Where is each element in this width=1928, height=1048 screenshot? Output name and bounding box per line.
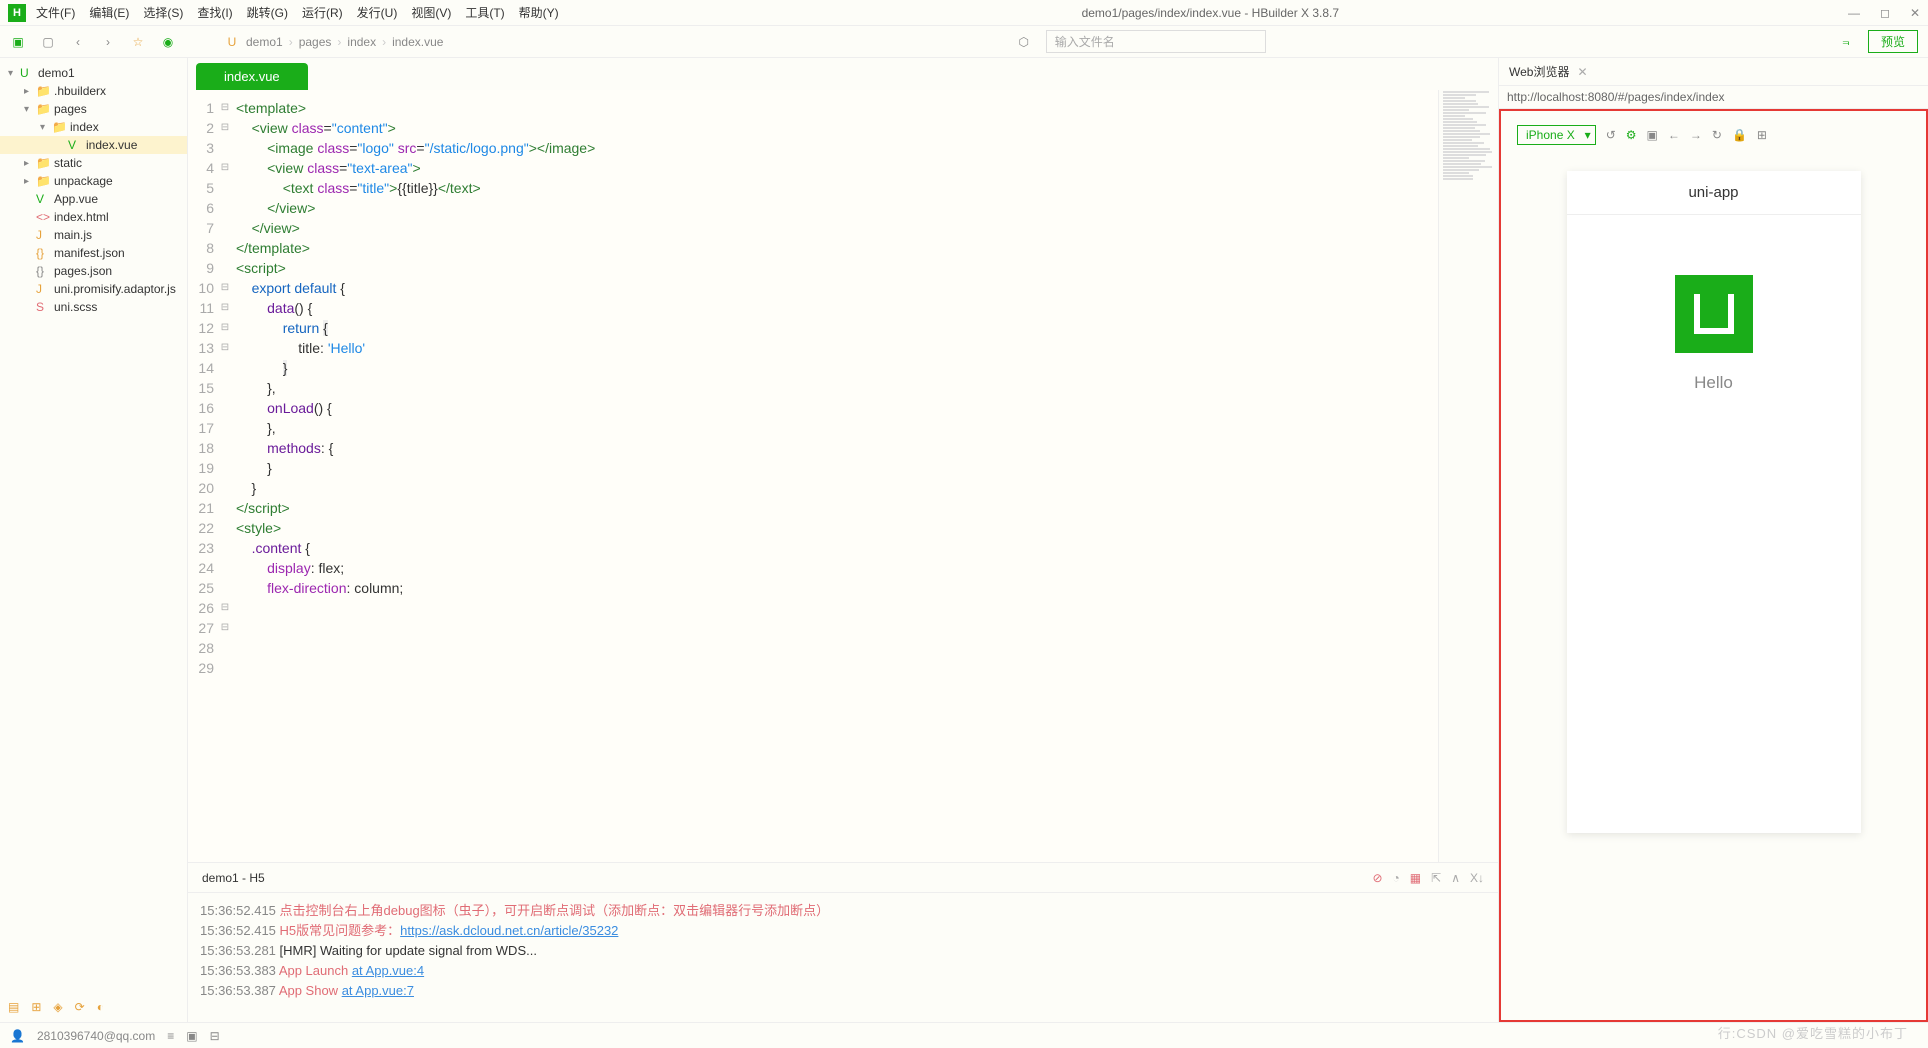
screenshot-icon[interactable]: ▣ [1647,128,1658,142]
filter-icon[interactable]: ⫬ [1838,34,1854,49]
breadcrumb: U demo1› pages› index› index.vue [224,35,443,49]
editor-tab[interactable]: index.vue [196,63,308,90]
console-up-icon[interactable]: ∧ [1451,871,1460,885]
account-label[interactable]: 2810396740@qq.com [37,1029,155,1043]
window-title: demo1/pages/index/index.vue - HBuilder X… [573,6,1848,20]
menu-item[interactable]: 视图(V) [411,6,451,20]
console-panel: demo1 - H5 ⊘ ◔ ▦ ⇱ ∧ X↓ 15:36:52.415 点击控… [188,862,1498,1022]
sidebar-bottom-icon[interactable]: ▤ [8,1000,19,1014]
statusbar: 👤 2810396740@qq.com ≡ ▣ ⊟ 行:CSDN @爱吃雪糕的小… [0,1022,1928,1048]
minimap[interactable] [1438,90,1498,862]
preview-button[interactable]: 预览 [1868,30,1918,53]
phone-title: uni-app [1567,171,1861,215]
nav-forward-icon[interactable]: › [100,35,116,49]
lock-icon[interactable]: 🔒 [1732,128,1747,142]
breadcrumb-item[interactable]: demo1 [246,35,283,49]
breadcrumb-item[interactable]: index [347,35,376,49]
reload-icon[interactable]: ↺ [1606,128,1616,142]
code-editor[interactable]: <template> <view class="content"> <image… [232,90,1438,862]
tree-item[interactable]: Juni.promisify.adaptor.js [0,280,187,298]
debug-icon[interactable]: ⬡ [1016,35,1032,49]
search-file-input[interactable]: 输入文件名 [1046,30,1266,53]
console-stop-icon[interactable]: ⊘ [1372,871,1382,885]
sidebar-bottom-icon[interactable]: ◐ [97,1000,104,1014]
project-icon: U [224,35,240,49]
menu-item[interactable]: 文件(F) [36,6,75,20]
webview-tab-label[interactable]: Web浏览器 [1509,63,1569,80]
line-gutter[interactable]: 1234567891011121314151617181920212223242… [188,90,218,862]
wv-refresh-icon[interactable]: ↻ [1712,128,1722,142]
menu-item[interactable]: 选择(S) [143,6,183,20]
tree-item[interactable]: Vindex.vue [0,136,187,154]
tree-item[interactable]: ▸📁static [0,154,187,172]
breadcrumb-item[interactable]: index.vue [392,35,443,49]
tree-item[interactable]: ▾📁index [0,118,187,136]
gear-icon[interactable]: ⚙ [1626,128,1637,142]
console-tab[interactable]: demo1 - H5 [202,871,265,885]
menu-item[interactable]: 跳转(G) [247,6,288,20]
tree-item[interactable]: Suni.scss [0,298,187,316]
console-export-icon[interactable]: ⇱ [1431,871,1441,885]
close-icon[interactable]: ✕ [1910,6,1920,20]
file-explorer: ▾Udemo1▸📁.hbuilderx▾📁pages▾📁indexVindex.… [0,58,188,1022]
web-preview-panel: Web浏览器 ✕ http://localhost:8080/#/pages/i… [1498,58,1928,1022]
menu-item[interactable]: 帮助(Y) [519,6,559,20]
tree-item[interactable]: ▸📁.hbuilderx [0,82,187,100]
tree-item[interactable]: {}manifest.json [0,244,187,262]
hello-text: Hello [1567,373,1861,393]
status-icon[interactable]: ▣ [186,1029,197,1043]
menu-item[interactable]: 查找(I) [197,6,232,20]
tree-item[interactable]: VApp.vue [0,190,187,208]
tree-item[interactable]: ▸📁unpackage [0,172,187,190]
toolbar: ▣ ▢ ‹ › ☆ ◉ U demo1› pages› index› index… [0,26,1928,58]
run-icon[interactable]: ◉ [160,35,176,49]
menubar: H 文件(F) 编辑(E) 选择(S) 查找(I) 跳转(G) 运行(R) 发行(U) 视图(… [0,0,1928,26]
nav-back-icon[interactable]: ‹ [70,35,86,49]
breadcrumb-item[interactable]: pages [299,35,332,49]
menu-item[interactable]: 编辑(E) [89,6,129,20]
tree-item[interactable]: ▾Udemo1 [0,64,187,82]
fold-column[interactable]: ⊟⊟⊟⊟⊟⊟⊟⊟⊟ [218,90,232,862]
save-icon[interactable]: ▢ [40,35,56,49]
sidebar-bottom-icon[interactable]: ⟳ [75,1000,85,1014]
menu-item[interactable]: 工具(T) [465,6,504,20]
console-output[interactable]: 15:36:52.415 点击控制台右上角debug图标（虫子），可开启断点调试… [188,893,1498,1022]
uniapp-logo-icon [1675,275,1753,353]
new-file-icon[interactable]: ▣ [10,35,26,49]
qr-icon[interactable]: ⊞ [1757,128,1767,142]
wv-forward-icon[interactable]: → [1690,128,1702,142]
console-close-icon[interactable]: X↓ [1470,871,1484,885]
account-icon[interactable]: 👤 [10,1029,25,1043]
editor-area: index.vue 123456789101112131415161718192… [188,58,1498,1022]
console-debug-icon[interactable]: ◔ [1393,871,1400,885]
tree-item[interactable]: <>index.html [0,208,187,226]
sidebar-bottom-icon[interactable]: ⊞ [31,1000,41,1014]
wv-back-icon[interactable]: ← [1668,128,1680,142]
menu-item[interactable]: 运行(R) [302,6,343,20]
tree-item[interactable]: {}pages.json [0,262,187,280]
star-icon[interactable]: ☆ [130,35,146,49]
status-icon[interactable]: ⊟ [210,1029,220,1043]
app-logo: H [8,4,26,22]
minimize-icon[interactable]: — [1848,6,1860,20]
status-icon[interactable]: ≡ [167,1029,174,1043]
phone-preview: uni-app Hello [1567,171,1861,833]
webview-url[interactable]: http://localhost:8080/#/pages/index/inde… [1499,86,1928,109]
tree-item[interactable]: Jmain.js [0,226,187,244]
console-clear-icon[interactable]: ▦ [1410,871,1421,885]
sidebar-bottom-icon[interactable]: ◈ [53,1000,62,1014]
webview-tab-close-icon[interactable]: ✕ [1577,65,1587,79]
device-select[interactable]: iPhone X ▾ [1517,125,1596,145]
watermark: 行:CSDN @爱吃雪糕的小布丁 [1718,1023,1908,1042]
menu-item[interactable]: 发行(U) [357,6,398,20]
tree-item[interactable]: ▾📁pages [0,100,187,118]
maximize-icon[interactable]: ◻ [1880,6,1890,20]
